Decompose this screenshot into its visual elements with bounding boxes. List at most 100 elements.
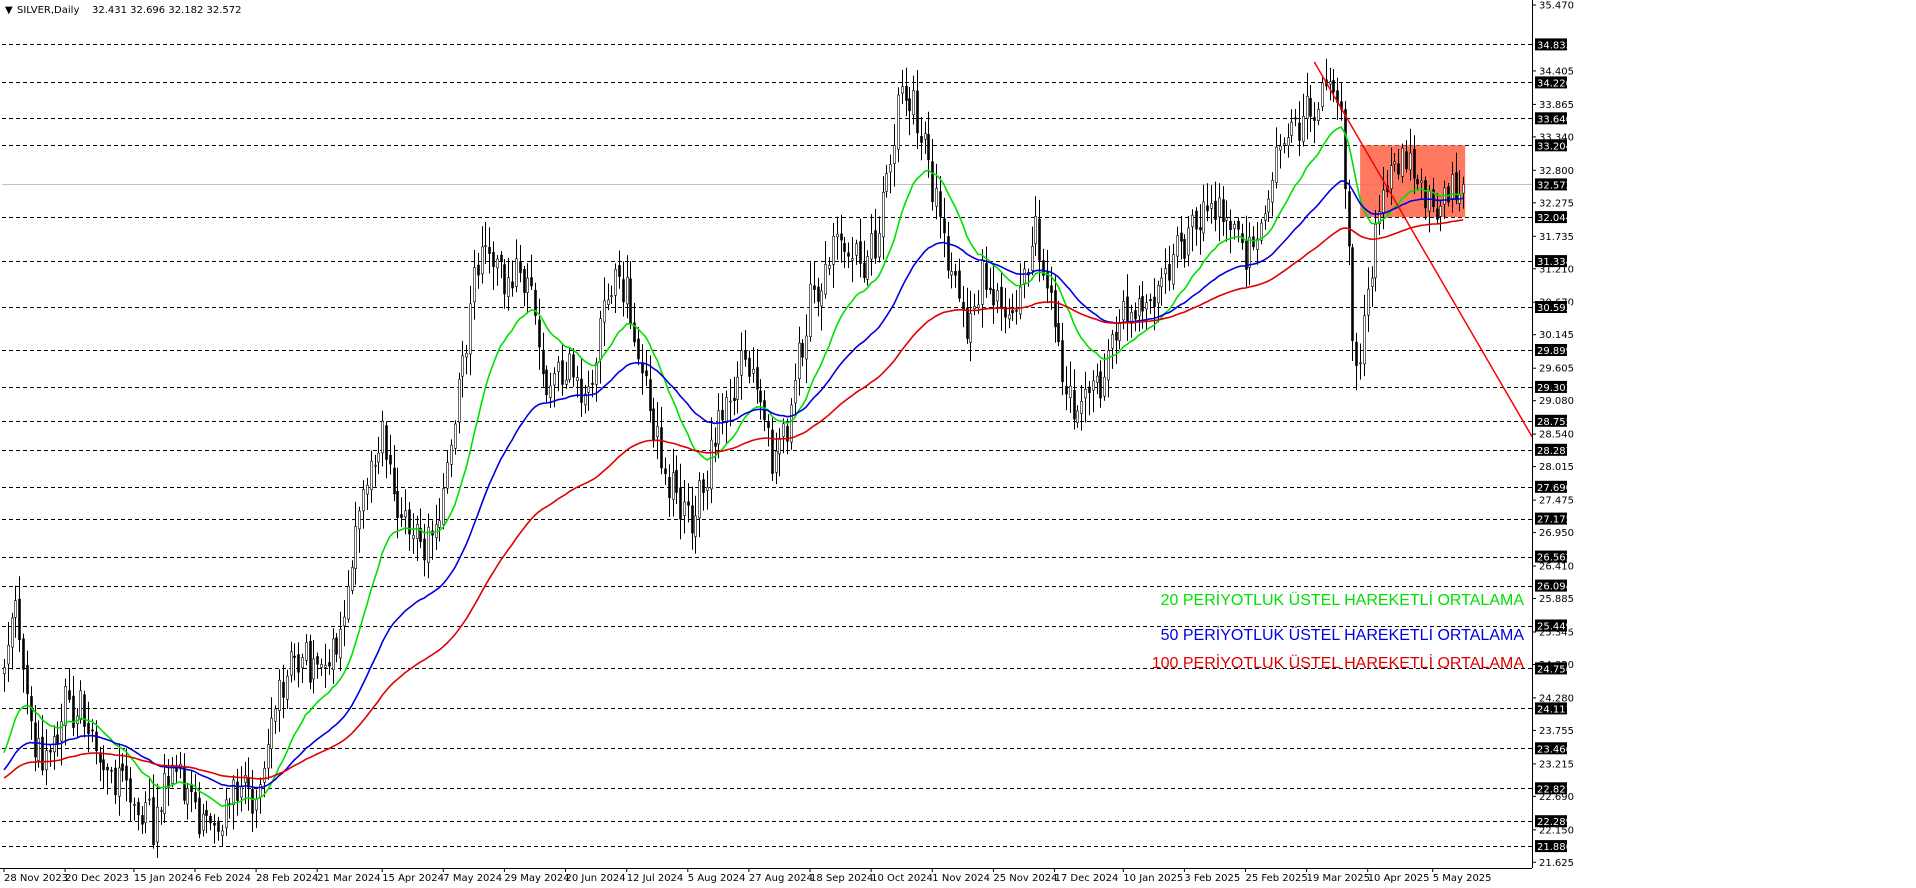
candle-body	[1267, 198, 1270, 213]
candle-body	[977, 304, 980, 308]
candle-body	[863, 262, 866, 279]
candle-body	[95, 731, 98, 752]
candle-body	[694, 515, 697, 537]
candle-body	[557, 361, 560, 373]
chart-window[interactable]: 35.470 34.405 33.865 33.340 32.800 32.275 31.7…	[0, 0, 1916, 888]
candle-body	[1416, 179, 1419, 185]
ohlc-readout: 32.431 32.696 32.182 32.572	[92, 5, 242, 16]
candle-body	[393, 467, 396, 495]
candle-body	[251, 788, 254, 814]
candle-body	[538, 319, 541, 348]
candle-body	[1462, 184, 1465, 194]
level-price-label: 30.593	[1537, 303, 1572, 314]
candle-body	[278, 679, 281, 711]
candle-body	[60, 721, 63, 742]
candle-body	[221, 830, 224, 836]
y-tick-label: 31.735	[1539, 232, 1574, 243]
x-tick-label: 20 Jun 2024	[566, 873, 626, 884]
x-tick-label: 5 May 2025	[1433, 873, 1492, 884]
y-tick-label: 32.800	[1539, 166, 1574, 177]
x-tick-label: 7 May 2024	[443, 873, 502, 884]
candle-body	[832, 235, 835, 265]
candle-body	[679, 487, 682, 520]
candle-body	[1332, 80, 1335, 93]
candle-body	[133, 803, 136, 806]
candle-body	[1172, 254, 1175, 285]
candle-body	[610, 295, 613, 298]
candle-body	[526, 277, 529, 293]
candle-body	[205, 810, 208, 816]
candle-body	[1401, 147, 1404, 177]
candle-body	[316, 656, 319, 665]
candle-body	[649, 379, 652, 411]
candle-body	[905, 85, 908, 101]
candle-body	[675, 469, 678, 493]
candle-body	[328, 662, 331, 667]
candle-body	[244, 774, 247, 783]
candle-body	[332, 638, 335, 671]
candle-body	[129, 778, 132, 803]
level-price-label: 33.640	[1537, 114, 1572, 125]
candle-body	[1252, 236, 1255, 248]
candle-body	[1344, 109, 1347, 190]
candle-body	[1279, 145, 1282, 151]
candle-body	[102, 759, 105, 771]
candle-body	[106, 766, 109, 771]
candle-body	[1164, 268, 1167, 275]
candle-body	[1195, 210, 1198, 230]
candle-body	[828, 265, 831, 269]
candle-body	[1103, 376, 1106, 397]
candle-body	[324, 664, 327, 668]
candle-body	[500, 254, 503, 262]
candle-body	[114, 767, 117, 796]
candle-body	[664, 468, 667, 475]
candle-body	[1187, 227, 1190, 256]
x-tick-label: 10 Jan 2025	[1123, 873, 1183, 884]
candle-body	[778, 437, 781, 455]
candle-body	[847, 252, 850, 257]
level-price-label: 25.449	[1537, 622, 1572, 633]
x-tick-label: 12 Jul 2024	[627, 873, 684, 884]
candle-body	[714, 442, 717, 447]
candle-body	[1275, 146, 1278, 183]
candle-body	[83, 694, 86, 727]
candle-body	[691, 505, 694, 534]
candle-body	[240, 786, 243, 798]
candle-body	[595, 362, 598, 385]
y-tick-label: 28.540	[1539, 430, 1574, 441]
candle-body	[1011, 310, 1014, 314]
level-price-label: 26.562	[1537, 553, 1572, 564]
candle-body	[1157, 284, 1160, 304]
price-chart[interactable]: 35.47034.40533.86533.34032.80032.27531.7…	[0, 0, 1916, 888]
candle-body	[144, 802, 147, 824]
candle-body	[72, 695, 75, 728]
candle-body	[339, 628, 342, 659]
candle-body	[396, 490, 399, 518]
level-price-label: 34.833	[1537, 40, 1572, 51]
candle-body	[1451, 174, 1454, 199]
candle-body	[1248, 236, 1251, 268]
candle-body	[859, 241, 862, 264]
candle-body	[1115, 331, 1118, 341]
candle-body	[202, 813, 205, 831]
candle-body	[1436, 208, 1439, 220]
candle-body	[1206, 205, 1209, 212]
dropdown-triangle-icon[interactable]: ▼	[5, 5, 13, 16]
candle-body	[217, 820, 220, 832]
candle-body	[335, 637, 338, 655]
chart-header: ▼ SILVER,Daily 32.431 32.696 32.182 32.5…	[5, 5, 242, 16]
x-tick-label: 18 Sep 2024	[810, 873, 873, 884]
y-tick-label: 29.080	[1539, 396, 1574, 407]
candle-body	[576, 377, 579, 382]
level-price-label: 28.287	[1537, 446, 1572, 457]
candle-body	[423, 538, 426, 561]
candle-body	[660, 427, 663, 469]
candle-body	[297, 654, 300, 673]
candle-body	[79, 690, 82, 721]
candle-body	[710, 439, 713, 490]
candle-body	[843, 243, 846, 252]
candle-body	[729, 400, 732, 403]
candle-body	[1008, 314, 1011, 320]
candle-body	[992, 289, 995, 306]
candle-body	[1371, 277, 1374, 287]
